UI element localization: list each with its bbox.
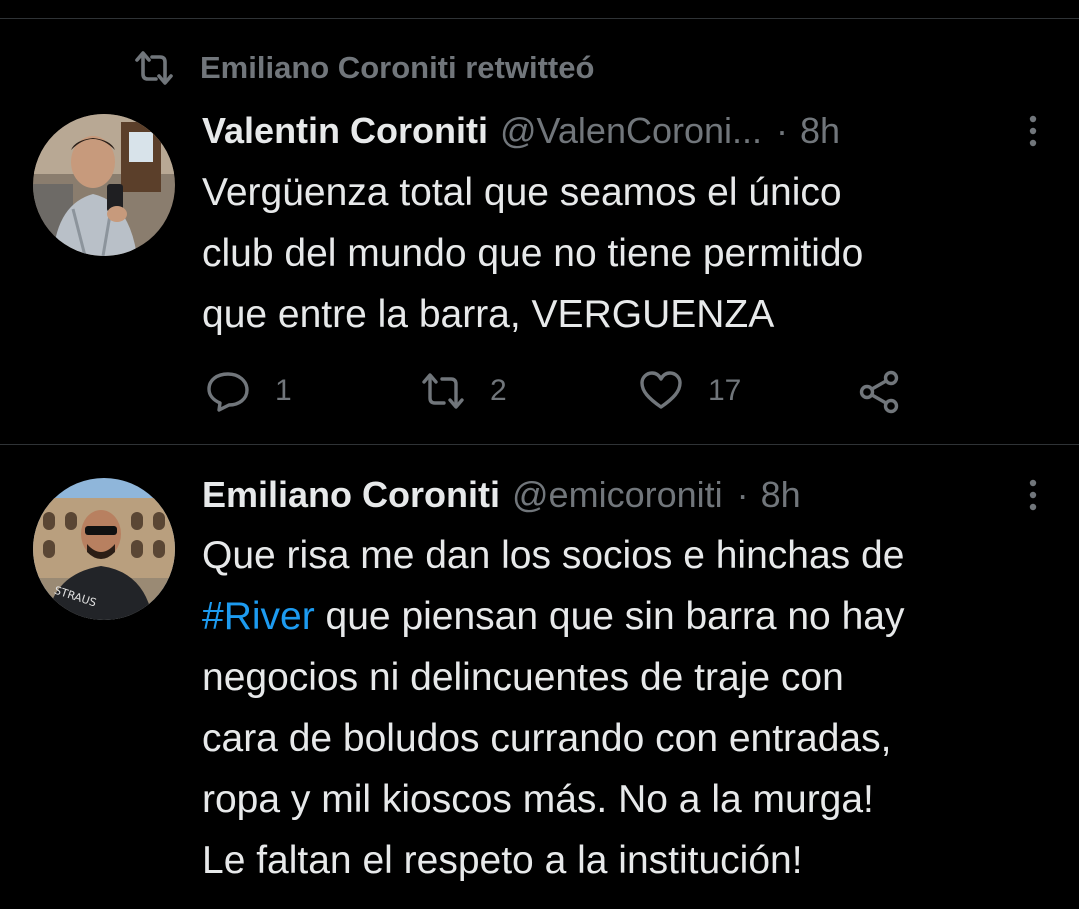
tweet-header: Emiliano Coroniti @emicoroniti · 8h	[202, 473, 801, 517]
separator-dot: ·	[776, 110, 789, 151]
share-icon	[857, 368, 903, 414]
avatar[interactable]: STRAUS	[33, 478, 175, 620]
user-handle[interactable]: @emicoroniti	[512, 474, 723, 516]
tweet-text-line: Vergüenza total que seamos el único	[202, 171, 842, 214]
timestamp[interactable]: 8h	[800, 110, 840, 152]
user-handle[interactable]: @ValenCoroni...	[500, 110, 762, 152]
tweet-text-line: Que risa me dan los socios e hinchas de	[202, 534, 905, 577]
tweet-text-fragment: que piensan que sin barra no hay	[314, 595, 905, 638]
tweet-text-line: #River que piensan que sin barra no hay	[202, 586, 1052, 647]
avatar[interactable]	[33, 114, 175, 256]
reply-count: 1	[275, 374, 292, 407]
tweet-text-line: Le faltan el respeto a la institución!	[202, 839, 803, 882]
reply-icon	[205, 368, 251, 414]
display-name[interactable]: Valentin Coroniti	[202, 110, 488, 152]
tweet-text: Que risa me dan los socios e hinchas de …	[202, 525, 1052, 891]
tweet-text-line: cara de boludos currando con entradas,	[202, 717, 892, 760]
share-button[interactable]	[857, 368, 903, 414]
tweet-divider	[0, 444, 1079, 445]
hashtag-link[interactable]: #River	[202, 595, 315, 638]
like-button[interactable]: 17	[638, 368, 741, 414]
tweet-text-line: negocios ni delincuentes de traje con	[202, 656, 844, 699]
retweet-icon	[132, 48, 176, 88]
reply-button[interactable]: 1	[205, 368, 292, 414]
tweet-header: Valentin Coroniti @ValenCoroni... · 8h	[202, 109, 840, 153]
tweet-text-line: club del mundo que no tiene permitido	[202, 232, 864, 275]
separator-dot: ·	[736, 474, 749, 515]
more-vertical-icon[interactable]	[1021, 109, 1045, 153]
timestamp[interactable]: 8h	[761, 474, 801, 516]
more-vertical-icon[interactable]	[1021, 473, 1045, 517]
retweet-context[interactable]: Emiliano Coroniti retwitteó	[132, 48, 594, 88]
retweet-count: 2	[490, 374, 507, 407]
tweet-actions: 1 2 17	[205, 368, 925, 414]
retweet-context-text: Emiliano Coroniti retwitteó	[200, 50, 595, 85]
retweet-icon	[420, 368, 466, 414]
tweet-text-line: ropa y mil kioscos más. No a la murga!	[202, 778, 874, 821]
tweet-text-line: que entre la barra, VERGUENZA	[202, 293, 775, 336]
retweet-button[interactable]: 2	[420, 368, 507, 414]
top-divider	[0, 18, 1079, 19]
heart-icon	[638, 368, 684, 414]
display-name[interactable]: Emiliano Coroniti	[202, 474, 500, 516]
like-count: 17	[708, 374, 742, 407]
tweet-text: Vergüenza total que seamos el único club…	[202, 162, 1052, 345]
